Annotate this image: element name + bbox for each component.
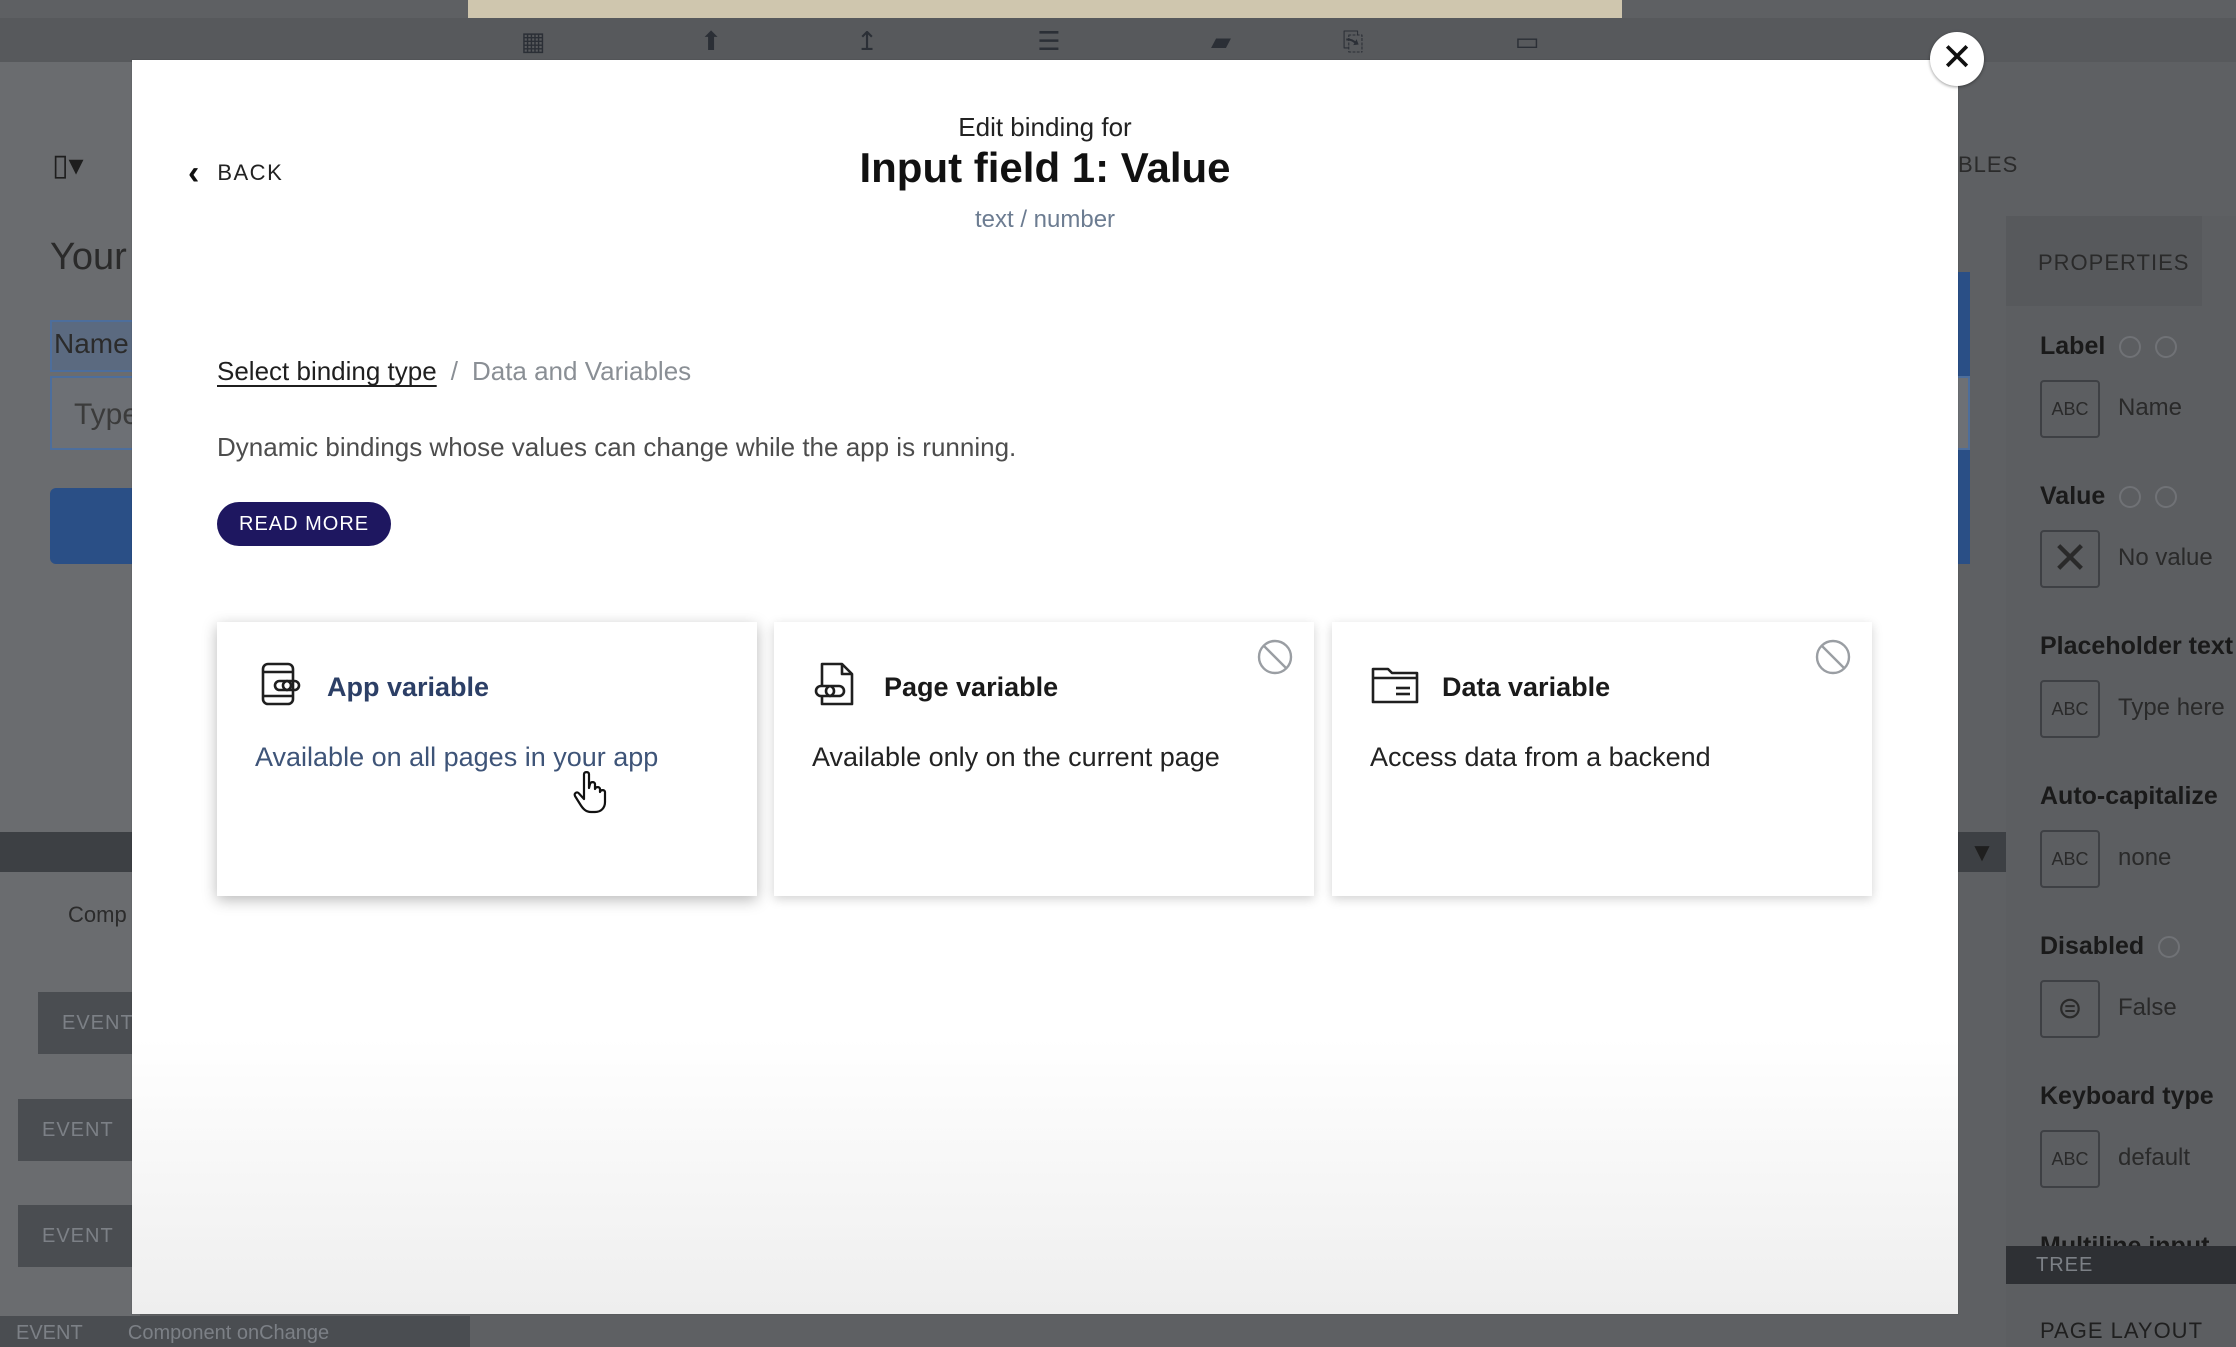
top-banner-strip — [468, 0, 1622, 18]
card-title: App variable — [327, 672, 490, 702]
modal-pretitle: Edit binding for — [958, 112, 1132, 142]
abc-icon[interactable]: ABC — [2040, 830, 2100, 888]
abc-icon[interactable]: ABC — [2040, 680, 2100, 738]
app-variable-icon — [261, 662, 301, 706]
binding-description: Dynamic bindings whose values can change… — [217, 432, 1017, 462]
property-label: Auto-capitalize — [2040, 782, 2218, 810]
abc-icon[interactable]: ABC — [2040, 1130, 2100, 1188]
components-tab[interactable]: Comp — [68, 902, 127, 928]
bind-icon[interactable] — [2119, 486, 2142, 509]
property-label: Placeholder text — [2040, 632, 2234, 660]
property-value[interactable]: Name — [2118, 394, 2182, 422]
page-variable-icon — [814, 662, 854, 706]
info-icon[interactable] — [2158, 936, 2181, 959]
card-description: Available on all pages in your app — [255, 742, 659, 772]
pin-icon[interactable]: ↥ — [850, 24, 884, 58]
x-icon[interactable]: ✕ — [2040, 530, 2100, 588]
data-variable-card[interactable]: Data variable Access data from a backend — [1332, 622, 1872, 896]
breadcrumb: Select binding type / Data and Variables — [217, 356, 691, 387]
event-node[interactable]: EVENT — [18, 1099, 138, 1161]
property-value[interactable]: Type here — [2118, 694, 2225, 722]
chat-icon[interactable]: ▭ — [1510, 24, 1544, 58]
card-description: Access data from a backend — [1370, 742, 1711, 772]
property-label: Disabled — [2040, 932, 2181, 961]
toggle-icon[interactable]: ⊜ — [2040, 980, 2100, 1038]
logic-panel-bar — [0, 832, 140, 872]
property-value[interactable]: none — [2118, 844, 2171, 872]
disabled-icon — [1815, 639, 1851, 675]
canvas-heading: Your — [50, 236, 127, 278]
info-icon[interactable] — [2155, 336, 2178, 359]
page-layout-tab[interactable]: PAGE LAYOUT — [2040, 1318, 2203, 1344]
upload-icon[interactable]: ⬆ — [694, 24, 728, 58]
canvas-input-field[interactable]: Type — [50, 376, 140, 450]
top-toolbar — [0, 18, 2236, 62]
data-variable-icon — [1371, 667, 1419, 704]
bind-icon[interactable] — [2119, 336, 2142, 359]
page-variable-card[interactable]: Page variable Available only on the curr… — [774, 622, 1314, 896]
code-file-icon[interactable]: ⎘ — [1336, 24, 1370, 58]
close-icon[interactable]: ✕ — [1930, 32, 1984, 86]
card-title: Data variable — [1442, 672, 1611, 702]
collapse-arrow-icon[interactable]: ▼ — [1958, 832, 2006, 872]
folder-icon[interactable]: ▰ — [1204, 24, 1238, 58]
mobile-device-icon[interactable]: ▯▾ — [52, 148, 84, 183]
event-node-text: Component onChange — [127, 1322, 330, 1344]
list-icon[interactable]: ☰ — [1032, 24, 1066, 58]
card-description: Available only on the current page — [812, 742, 1220, 772]
app-variable-card[interactable]: App variable Available on all pages in y… — [217, 622, 757, 896]
event-node[interactable]: EVENT — [18, 1205, 138, 1267]
disabled-icon — [1257, 639, 1293, 675]
modal-title: Input field 1: Value — [859, 144, 1231, 191]
properties-tab[interactable]: PROPERTIES — [2006, 216, 2202, 306]
abc-icon[interactable]: ABC — [2040, 380, 2100, 438]
tree-tab[interactable]: TREE — [2006, 1246, 2236, 1284]
event-component-onchange[interactable]: EVENT Component onChange — [0, 1316, 470, 1347]
event-node-label: EVENT — [16, 1322, 83, 1344]
canvas-button[interactable] — [50, 488, 140, 564]
property-value[interactable]: default — [2118, 1144, 2190, 1172]
property-label: Keyboard type — [2040, 1082, 2214, 1110]
variables-tab[interactable]: BLES — [1958, 152, 2018, 178]
edit-binding-modal: ‹ BACK Edit binding for Input field 1: V… — [132, 60, 1958, 1314]
breadcrumb-separator: / — [450, 356, 458, 386]
canvas-input-edge — [1958, 376, 1970, 450]
card-title: Page variable — [884, 672, 1059, 702]
hand-cursor-icon — [573, 771, 607, 814]
canvas-name-label: Name — [50, 320, 140, 372]
modal-subtitle: text / number — [974, 206, 1116, 233]
info-icon[interactable] — [2155, 486, 2178, 509]
property-label: Value — [2040, 482, 2178, 511]
read-more-button[interactable]: READ MORE — [217, 502, 392, 546]
property-value[interactable]: False — [2118, 994, 2177, 1022]
layout-grid-icon[interactable]: ▦ — [516, 24, 550, 58]
breadcrumb-current: Data and Variables — [471, 356, 692, 386]
property-value[interactable]: No value — [2118, 544, 2213, 572]
property-label: Label — [2040, 332, 2178, 361]
breadcrumb-select-binding-type[interactable]: Select binding type — [217, 356, 437, 386]
